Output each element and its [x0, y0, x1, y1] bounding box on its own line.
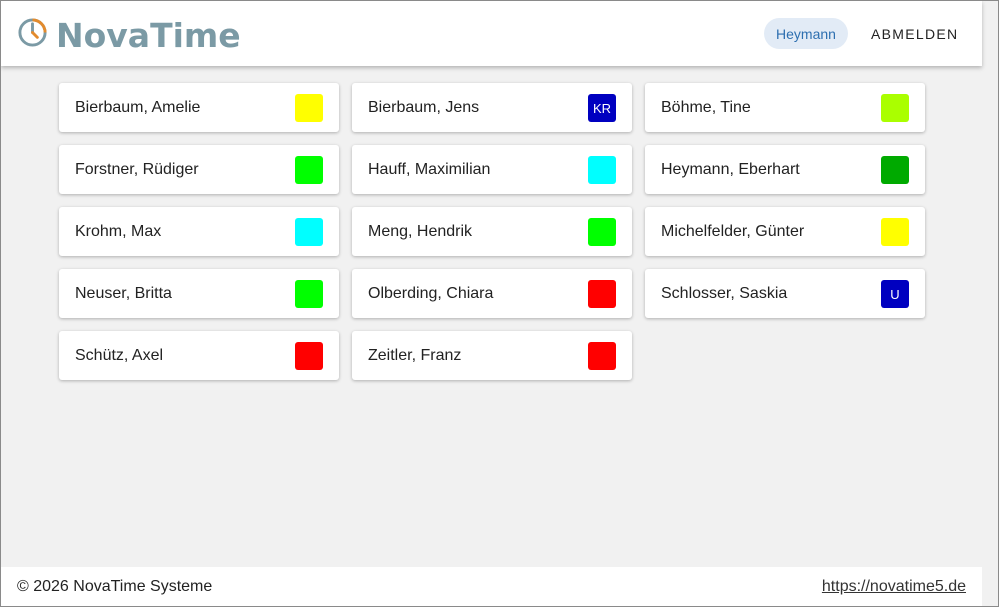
status-badge: [295, 218, 323, 246]
app-frame: NovaTime Heymann ABMELDEN Bierbaum, Amel…: [0, 0, 999, 607]
employee-name: Forstner, Rüdiger: [75, 160, 199, 178]
employee-card[interactable]: Forstner, Rüdiger: [59, 145, 339, 194]
employee-name: Meng, Hendrik: [368, 222, 473, 240]
copyright-text: © 2026 NovaTime Systeme: [17, 578, 213, 595]
status-badge: [295, 94, 323, 122]
employee-grid: Bierbaum, Amelie Bierbaum, Jens KR Böhme…: [59, 83, 925, 380]
app-header: NovaTime Heymann ABMELDEN: [1, 1, 982, 66]
status-badge: [588, 342, 616, 370]
employee-name: Krohm, Max: [75, 222, 162, 240]
logout-button[interactable]: ABMELDEN: [871, 18, 958, 49]
employee-card[interactable]: Heymann, Eberhart: [645, 145, 925, 194]
status-badge: [588, 156, 616, 184]
employee-card[interactable]: Böhme, Tine: [645, 83, 925, 132]
employee-card[interactable]: Bierbaum, Jens KR: [352, 83, 632, 132]
employee-name: Schlosser, Saskia: [661, 284, 788, 302]
status-badge: [881, 218, 909, 246]
status-badge: [881, 156, 909, 184]
employee-card[interactable]: Meng, Hendrik: [352, 207, 632, 256]
employee-name: Heymann, Eberhart: [661, 160, 800, 178]
employee-card[interactable]: Schütz, Axel: [59, 331, 339, 380]
employee-card[interactable]: Bierbaum, Amelie: [59, 83, 339, 132]
employee-card[interactable]: Hauff, Maximilian: [352, 145, 632, 194]
status-badge: [881, 94, 909, 122]
status-badge: [295, 156, 323, 184]
employee-card[interactable]: Krohm, Max: [59, 207, 339, 256]
employee-card[interactable]: Zeitler, Franz: [352, 331, 632, 380]
employee-card[interactable]: Olberding, Chiara: [352, 269, 632, 318]
employee-name: Hauff, Maximilian: [368, 160, 491, 178]
user-chip[interactable]: Heymann: [764, 18, 848, 49]
status-badge: [588, 218, 616, 246]
status-badge: [588, 280, 616, 308]
employee-card[interactable]: Michelfelder, Günter: [645, 207, 925, 256]
employee-name: Zeitler, Franz: [368, 346, 462, 364]
status-badge: KR: [588, 94, 616, 122]
employee-name: Schütz, Axel: [75, 346, 164, 364]
app-footer: © 2026 NovaTime Systeme https://novatime…: [1, 567, 982, 606]
employee-name: Böhme, Tine: [661, 98, 751, 116]
employee-name: Bierbaum, Jens: [368, 98, 480, 116]
scrollbar[interactable]: [982, 1, 998, 567]
clock-icon: [17, 17, 48, 53]
employee-card[interactable]: Neuser, Britta: [59, 269, 339, 318]
website-link[interactable]: https://novatime5.de: [822, 578, 966, 596]
status-badge: [295, 280, 323, 308]
employee-name: Bierbaum, Amelie: [75, 98, 201, 116]
logo[interactable]: NovaTime: [17, 15, 241, 55]
employee-name: Neuser, Britta: [75, 284, 172, 302]
app-name: NovaTime: [56, 15, 241, 55]
status-badge: U: [881, 280, 909, 308]
employee-name: Olberding, Chiara: [368, 284, 494, 302]
status-badge: [295, 342, 323, 370]
employee-name: Michelfelder, Günter: [661, 222, 805, 240]
employee-card[interactable]: Schlosser, Saskia U: [645, 269, 925, 318]
